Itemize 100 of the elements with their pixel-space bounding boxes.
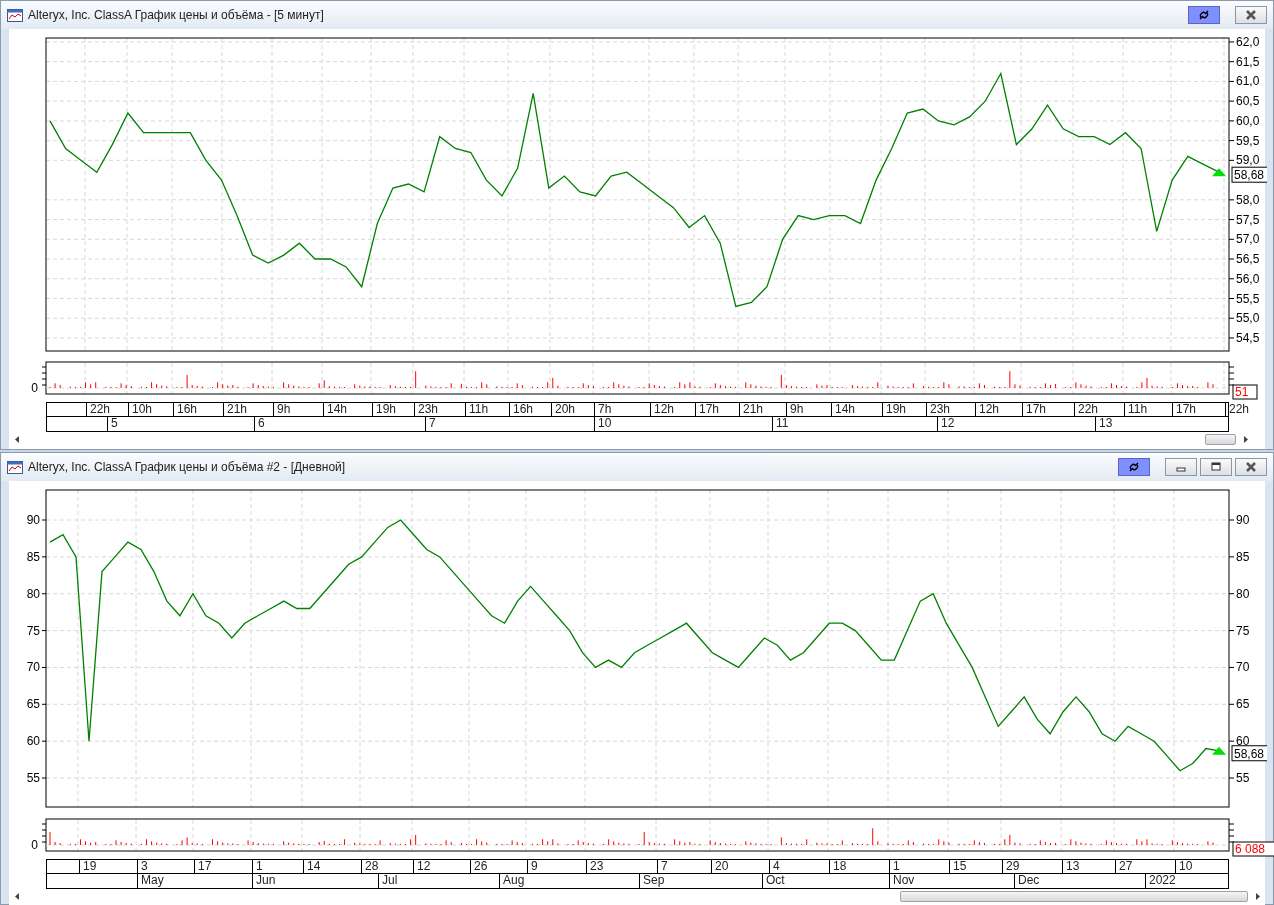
- y-tick-label: 70: [1236, 660, 1250, 675]
- time-axis-label: 9h: [273, 403, 323, 416]
- y-tick-label: 59,0: [1236, 153, 1260, 168]
- y-tick-label: 55,0: [1228, 311, 1260, 326]
- y-tick-label: 61,0: [1228, 74, 1260, 89]
- date-axis-label: 5: [107, 417, 254, 431]
- y-tick-label: 65: [26, 697, 40, 712]
- y-tick-label: 62,0: [1228, 34, 1260, 49]
- close-icon: [1244, 461, 1258, 473]
- time-axis-label: 12h: [975, 403, 1022, 416]
- time-axis-label: 13: [1062, 860, 1115, 873]
- date-axis-label: Nov: [889, 874, 1014, 888]
- last-price-label: 58,68: [1231, 745, 1267, 762]
- last-volume-label: 6 088: [1232, 841, 1274, 857]
- time-axis-label: 23h: [926, 403, 975, 416]
- y-tick-label: 55,5: [1228, 291, 1260, 306]
- link-icon: [1127, 461, 1141, 473]
- time-axis-label: 16h: [173, 403, 223, 416]
- volume-axis-label: 0: [31, 381, 38, 395]
- y-tick-label: 61,0: [1236, 74, 1260, 89]
- last-volume-label: 51: [1232, 384, 1258, 400]
- time-axis-label: 29: [1002, 860, 1062, 873]
- time-axis-label: 27: [1115, 860, 1175, 873]
- time-axis-label: 1: [252, 860, 303, 873]
- date-axis-label: 13: [1095, 417, 1230, 431]
- restore-button[interactable]: [1200, 458, 1232, 476]
- y-tick-label: 55: [26, 771, 40, 786]
- scrollbar-thumb[interactable]: [900, 891, 1248, 902]
- time-axis-label: 12h: [650, 403, 695, 416]
- time-axis-label: 17h: [1022, 403, 1074, 416]
- scroll-right-icon[interactable]: [1242, 435, 1250, 444]
- time-axis-label: 14h: [323, 403, 372, 416]
- last-price-marker: [1212, 746, 1226, 755]
- time-axis-label: 14: [303, 860, 361, 873]
- time-axis-label: 19h: [372, 403, 414, 416]
- link-button[interactable]: [1188, 6, 1220, 24]
- time-axis-label: 14h: [831, 403, 882, 416]
- y-tick-label: 57,5: [1236, 212, 1260, 227]
- y-tick-label: 55: [1236, 771, 1250, 786]
- time-axis-label: 19: [79, 860, 137, 873]
- time-axis-label: 21h: [223, 403, 273, 416]
- time-axis-label: 21h: [739, 403, 786, 416]
- close-button[interactable]: [1235, 6, 1267, 24]
- date-axis-label: May: [137, 874, 252, 888]
- scrollbar-thumb[interactable]: [1205, 434, 1236, 445]
- time-axis-label: 7: [657, 860, 711, 873]
- scroll-left-icon[interactable]: [13, 435, 21, 444]
- date-axis-label: Jun: [252, 874, 378, 888]
- y-tick-label: 57,0: [1236, 232, 1260, 247]
- time-axis-label: 17h: [1172, 403, 1225, 416]
- y-tick-label: 90: [1236, 513, 1250, 527]
- y-tick-label: 59,5: [1236, 133, 1260, 148]
- y-tick-label: 59,5: [1228, 133, 1260, 148]
- link-button[interactable]: [1118, 458, 1150, 476]
- time-axis-label: 26: [470, 860, 527, 873]
- y-tick-label: 90: [26, 513, 40, 527]
- date-axis-label: Oct: [762, 874, 889, 888]
- time-axis-label: 12: [413, 860, 470, 873]
- y-tick-label: 75: [1236, 623, 1250, 638]
- date-axis-label: Jul: [378, 874, 499, 888]
- close-icon: [1244, 9, 1258, 21]
- y-tick-label: 65: [1228, 697, 1250, 712]
- restore-icon: [1209, 461, 1223, 473]
- scroll-left-icon[interactable]: [13, 892, 21, 901]
- y-tick-label: 80: [1228, 586, 1250, 601]
- close-button[interactable]: [1235, 458, 1267, 476]
- y-tick-label: 56,0: [1236, 271, 1260, 286]
- y-tick-label: 57,5: [1228, 212, 1260, 227]
- time-axis-label: 22h: [1074, 403, 1124, 416]
- time-axis-label: 22h: [86, 403, 128, 416]
- window-title: Alteryx, Inc. ClassA График цены и объёма - [5 минут]: [28, 7, 324, 24]
- y-tick-label: 60: [26, 734, 40, 749]
- scroll-right-icon[interactable]: [1254, 892, 1262, 901]
- time-axis-label: 11h: [1124, 403, 1172, 416]
- y-tick-label: 54,5: [1236, 330, 1260, 345]
- time-axis-label: 3: [137, 860, 194, 873]
- time-axis-label: 11h: [465, 403, 509, 416]
- time-axis-label: 16h: [509, 403, 551, 416]
- link-icon: [1197, 9, 1211, 21]
- time-axis-label: 17: [194, 860, 252, 873]
- y-tick-label: 55: [1228, 771, 1250, 786]
- time-axis-label: 9h: [786, 403, 831, 416]
- time-axis-label: 19h: [882, 403, 926, 416]
- y-tick-label: 60,0: [1236, 113, 1260, 128]
- y-tick-label: 58,0: [1236, 192, 1260, 207]
- y-tick-label: 75: [1228, 623, 1250, 638]
- y-tick-label: 62,0: [1236, 34, 1260, 49]
- time-axis-label: 1: [889, 860, 949, 873]
- y-tick-label: 59,0: [1228, 153, 1260, 168]
- date-axis-label: 10: [594, 417, 772, 431]
- last-price-label: 58,68: [1231, 166, 1267, 183]
- y-tick-label: 55,0: [1236, 311, 1260, 326]
- y-tick-label: 60,0: [1228, 113, 1260, 128]
- date-axis-label: Sep: [639, 874, 762, 888]
- date-axis-label: 12: [937, 417, 1095, 431]
- y-tick-label: 56,5: [1236, 252, 1260, 267]
- volume-axis-label: 0: [31, 838, 38, 852]
- time-axis-label: 10: [1175, 860, 1230, 873]
- y-tick-label: 54,5: [1228, 330, 1260, 345]
- time-axis-label: 22h: [1225, 403, 1250, 416]
